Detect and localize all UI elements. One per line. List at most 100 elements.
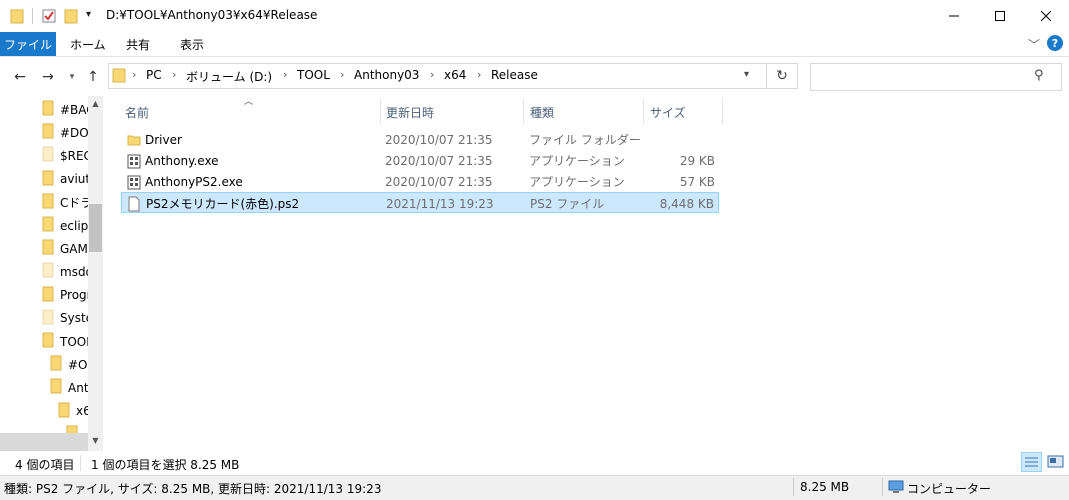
column-divider[interactable]: [643, 98, 644, 124]
folder-icon: [42, 286, 54, 305]
breadcrumb-item[interactable]: TOOL: [297, 68, 330, 82]
item-count: 4 個の項目: [15, 458, 75, 472]
column-header-date[interactable]: 更新日時: [386, 100, 434, 124]
chevron-right-icon[interactable]: ›: [340, 68, 344, 81]
chevron-right-icon[interactable]: ›: [283, 68, 287, 81]
forward-button[interactable]: →: [38, 66, 58, 88]
nav-item[interactable]: aviutl: [42, 168, 93, 191]
folder-icon: [42, 309, 54, 328]
new-folder-icon[interactable]: [64, 8, 78, 27]
file-size: 8,448 KB: [659, 196, 714, 211]
chevron-right-icon[interactable]: ›: [132, 68, 136, 81]
nav-selection-highlight: [0, 433, 88, 451]
selection-info: 1 個の項目を選択 8.25 MB: [91, 458, 240, 472]
folder-icon: [58, 402, 70, 421]
breadcrumb-item[interactable]: ボリューム (D:): [186, 68, 272, 85]
back-button[interactable]: ←: [10, 66, 30, 88]
breadcrumb-item[interactable]: Release: [491, 68, 538, 82]
file-row[interactable]: Driver 2020/10/07 21:35 ファイル フォルダー: [121, 129, 719, 150]
ribbon-tabs: [0, 32, 1069, 57]
zone-text: コンピューター: [907, 482, 992, 496]
scroll-down-icon[interactable]: ▼: [88, 436, 103, 445]
customize-toolbar-icon[interactable]: ▾: [86, 9, 91, 20]
divider: [882, 478, 883, 496]
folder-icon: [42, 123, 54, 142]
folder-icon: [42, 170, 54, 189]
file-row[interactable]: PS2メモリカード(赤色).ps2 2021/11/13 19:23 PS2 ファイ…: [121, 192, 719, 213]
minimize-button[interactable]: [931, 0, 977, 32]
file-type: PS2 ファイル: [530, 197, 605, 211]
file-size: 57 KB: [679, 174, 715, 189]
file-row[interactable]: Anthony.exe 2020/10/07 21:35 アプリケーション 29 KB: [121, 150, 719, 171]
divider: [793, 478, 794, 496]
folder-icon: [42, 193, 54, 212]
column-header-size[interactable]: サイズ: [650, 100, 686, 124]
folder-icon: [42, 239, 54, 258]
large-icons-view-button[interactable]: [1045, 452, 1066, 472]
divider: [80, 455, 81, 471]
folder-icon[interactable]: [10, 8, 24, 27]
file-icon: [128, 193, 140, 214]
column-divider[interactable]: [722, 98, 723, 124]
window-title: D:¥TOOL¥Anthony03¥x64¥Release: [106, 8, 318, 22]
exe-icon: [127, 171, 141, 192]
breadcrumb-item[interactable]: Anthony03: [354, 68, 419, 82]
folder-icon: [112, 67, 126, 86]
scrollbar-thumb[interactable]: [89, 204, 102, 252]
folder-icon: [127, 129, 141, 150]
divider: [32, 8, 33, 24]
file-row[interactable]: AnthonyPS2.exe 2020/10/07 21:35 アプリケーション 57…: [121, 171, 719, 192]
chevron-right-icon[interactable]: ›: [477, 68, 481, 81]
file-size: 29 KB: [679, 153, 715, 168]
folder-icon: [42, 146, 54, 165]
file-date: 2020/10/07 21:35: [385, 132, 493, 147]
breadcrumb-item[interactable]: x64: [444, 68, 466, 82]
sort-ascending-icon: ︿: [244, 97, 254, 107]
recent-locations-icon[interactable]: ▾: [66, 66, 78, 88]
column-divider[interactable]: [523, 98, 524, 124]
tab-home[interactable]: ホーム: [70, 32, 106, 56]
column-divider[interactable]: [380, 98, 381, 124]
file-name: PS2メモリカード(赤色).ps2: [146, 197, 300, 211]
properties-icon[interactable]: [41, 8, 57, 27]
close-button[interactable]: [1023, 0, 1069, 32]
file-name: AnthonyPS2.exe: [145, 174, 243, 189]
chevron-down-icon[interactable]: ▾: [744, 69, 749, 80]
file-details-text: 種類: PS2 ファイル, サイズ: 8.25 MB, 更新日時: 2021/1…: [4, 482, 382, 496]
folder-icon: [50, 355, 62, 374]
scroll-up-icon[interactable]: ▲: [88, 99, 103, 108]
chevron-right-icon[interactable]: ›: [430, 68, 434, 81]
tab-file[interactable]: ファイル: [0, 32, 56, 56]
chevron-right-icon[interactable]: ›: [172, 68, 176, 81]
file-type: ファイル フォルダー: [529, 133, 641, 147]
folder-icon: [42, 216, 54, 235]
folder-icon: [42, 100, 54, 119]
exe-icon: [127, 150, 141, 171]
file-name: Driver: [145, 132, 182, 147]
file-date: 2020/10/07 21:35: [385, 153, 493, 168]
maximize-button[interactable]: [977, 0, 1023, 32]
search-icon: ⚲: [1034, 68, 1044, 83]
breadcrumb-item[interactable]: PC: [146, 68, 162, 82]
folder-icon: [42, 262, 54, 281]
file-date: 2020/10/07 21:35: [385, 174, 493, 189]
file-size-text: 8.25 MB: [800, 480, 850, 494]
column-header-name[interactable]: 名前: [125, 100, 149, 124]
search-input[interactable]: [810, 63, 1062, 91]
nav-item[interactable]: TOOL: [42, 330, 93, 353]
nav-scrollbar[interactable]: [88, 96, 103, 451]
help-icon[interactable]: ?: [1047, 35, 1063, 51]
folder-icon: [42, 332, 54, 351]
file-name: Anthony.exe: [145, 153, 219, 168]
refresh-button[interactable]: ↻: [766, 63, 797, 89]
folder-icon: [50, 378, 62, 397]
column-header-type[interactable]: 種類: [530, 100, 554, 124]
computer-icon: [888, 480, 904, 497]
file-type: アプリケーション: [529, 154, 625, 168]
file-date: 2021/11/13 19:23: [386, 196, 494, 211]
tab-view[interactable]: 表示: [180, 32, 204, 56]
details-view-button[interactable]: [1021, 452, 1042, 472]
tab-share[interactable]: 共有: [126, 32, 150, 56]
expand-ribbon-icon[interactable]: ﹀: [1028, 36, 1040, 53]
up-button[interactable]: ↑: [84, 66, 102, 88]
